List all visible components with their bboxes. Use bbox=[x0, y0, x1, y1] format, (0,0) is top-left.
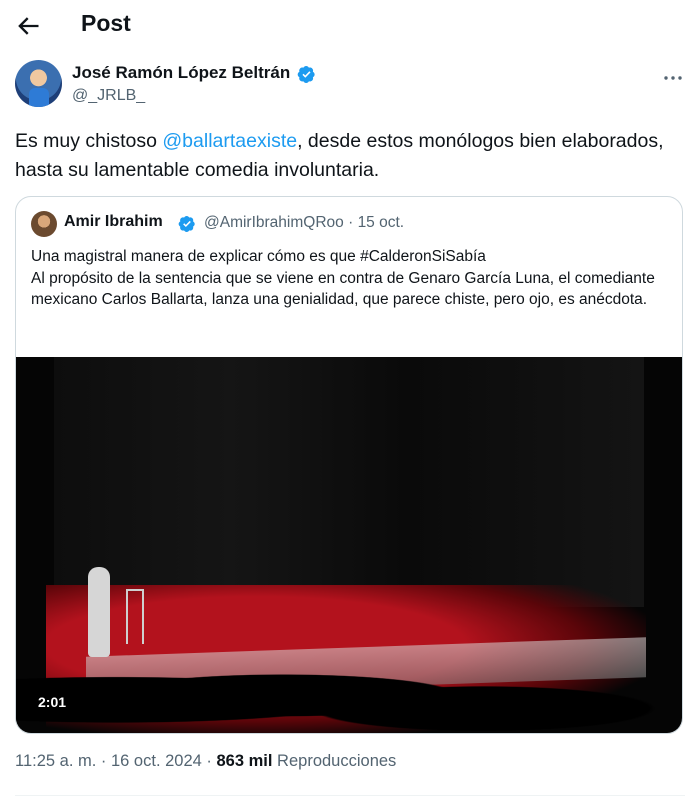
meta-separator: · bbox=[348, 214, 354, 231]
author-name[interactable]: José Ramón López Beltrán bbox=[72, 63, 290, 83]
post-date[interactable]: 16 oct. 2024 bbox=[111, 752, 202, 770]
video-prop bbox=[126, 589, 144, 644]
verified-badge-icon[interactable] bbox=[297, 65, 316, 84]
quoted-avatar[interactable] bbox=[31, 211, 57, 237]
post-text-start: Es muy chistoso bbox=[15, 130, 163, 152]
video-duration: 2:01 bbox=[32, 692, 73, 712]
post-time[interactable]: 11:25 a. m. bbox=[15, 752, 96, 770]
top-bar: Post bbox=[0, 0, 700, 52]
meta-separator: · bbox=[201, 752, 217, 770]
quoted-text-line2: Al propósito de la sentencia que se vien… bbox=[31, 269, 655, 309]
quoted-text-line1: Una magistral manera de explicar cómo es… bbox=[31, 248, 486, 265]
views-count: 863 mil bbox=[216, 752, 273, 770]
video-audience bbox=[16, 647, 682, 733]
quoted-date[interactable]: 15 oct. bbox=[358, 214, 405, 231]
avatar[interactable] bbox=[15, 60, 62, 107]
quoted-author-handle[interactable]: @AmirIbrahimQRoo bbox=[204, 214, 344, 231]
divider bbox=[15, 795, 685, 796]
quoted-meta: @AmirIbrahimQRoo · 15 oct. bbox=[204, 214, 404, 232]
quoted-author-name[interactable]: Amir Ibrahim bbox=[64, 213, 163, 231]
post-metadata: 11:25 a. m. · 16 oct. 2024 · 863 mil Rep… bbox=[15, 752, 396, 771]
post-text: Es muy chistoso @ballartaexiste, desde e… bbox=[15, 127, 675, 185]
video-player[interactable]: 2:01 bbox=[16, 357, 682, 733]
post-author: José Ramón López Beltrán @_JRLB_ bbox=[15, 60, 685, 112]
mention-link[interactable]: @ballartaexiste bbox=[162, 130, 297, 152]
video-stage-background bbox=[54, 357, 644, 607]
arrow-left-icon bbox=[18, 17, 39, 35]
author-handle[interactable]: @_JRLB_ bbox=[72, 87, 145, 105]
meta-separator: · bbox=[96, 752, 111, 770]
verified-badge-icon bbox=[178, 215, 195, 233]
quoted-text: Una magistral manera de explicar cómo es… bbox=[31, 246, 676, 311]
page-title: Post bbox=[81, 10, 131, 36]
more-button[interactable] bbox=[661, 66, 685, 90]
quoted-post[interactable]: Amir Ibrahim @AmirIbrahimQRoo · 15 oct. … bbox=[15, 196, 683, 734]
back-button[interactable] bbox=[14, 12, 42, 40]
views-label: Reproducciones bbox=[272, 752, 397, 770]
more-horizontal-icon bbox=[664, 76, 682, 80]
video-performer bbox=[88, 567, 110, 657]
